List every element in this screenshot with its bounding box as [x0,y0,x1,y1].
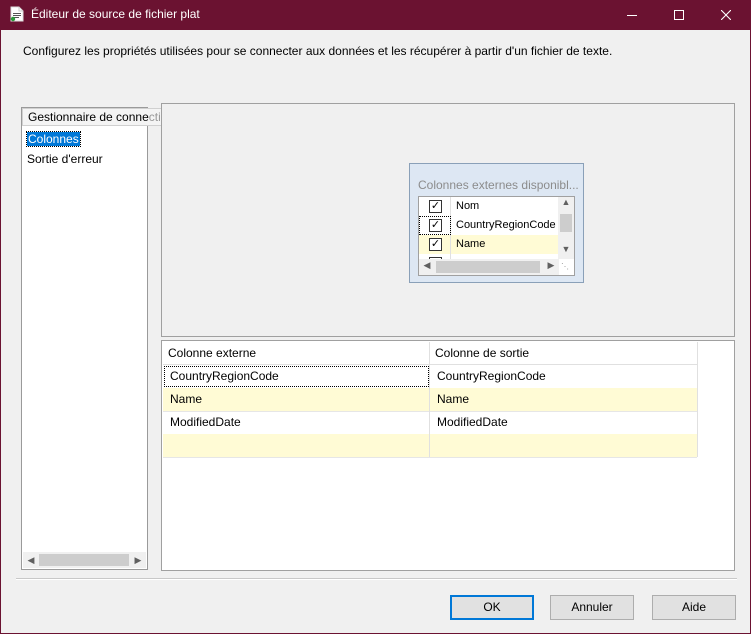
list-item[interactable]: ✓ Name [419,235,559,254]
grid-header: Colonne externe Colonne de sortie [163,342,698,365]
dialog-window: Éditeur de source de fichier plat Config… [1,0,750,633]
checkbox-cell: ✓ [419,235,451,254]
scroll-right-icon[interactable]: ▶ [130,553,146,567]
nav-horizontal-scrollbar[interactable]: ◀ ▶ [23,552,146,568]
external-column-cell[interactable]: Name [163,388,430,411]
column-label: Nom [456,200,480,212]
list-vertical-scrollbar[interactable]: ▲ ▼ [558,197,574,259]
dialog-description: Configurez les propriétés utilisées pour… [23,44,613,58]
column-label: CountryRegionCode [456,219,556,231]
available-columns-title: Colonnes externes disponibl... [418,178,579,192]
checkbox[interactable]: ✓ [429,219,442,232]
close-icon [721,10,731,20]
scrollbar-thumb[interactable] [39,554,129,566]
table-row[interactable]: CountryRegionCode CountryRegionCode [163,365,698,389]
scroll-right-icon[interactable]: ▶ [543,260,559,274]
minimize-icon [627,15,637,16]
available-columns-panel[interactable]: Colonnes externes disponibl... ✓ Nom ✓ C… [409,163,584,283]
separator [16,578,737,580]
scroll-left-icon[interactable]: ◀ [23,553,39,567]
list-horizontal-scrollbar[interactable]: ◀ ▶ [419,259,559,275]
scrollbar-thumb[interactable] [436,261,540,273]
checkbox-cell: ✓ [419,216,451,235]
checkbox[interactable]: ✓ [429,200,442,213]
header-output-column[interactable]: Colonne de sortie [430,342,698,364]
nav-item-colonnes[interactable]: Colonnes [26,131,81,147]
close-button[interactable] [703,0,749,30]
external-column-cell[interactable]: ModifiedDate [163,411,430,434]
checkbox-cell: ✓ [419,197,451,216]
tooltip-text: Gestionnaire de conne [28,110,149,124]
cancel-button[interactable]: Annuler [550,595,634,620]
document-icon [10,6,24,22]
scroll-down-icon[interactable]: ▼ [558,244,574,258]
window-title: Éditeur de source de fichier plat [31,7,200,21]
resize-grip-icon[interactable]: ⋱ [561,262,573,274]
checkbox[interactable]: ✓ [429,238,442,251]
help-button[interactable]: Aide [652,595,736,620]
table-row[interactable] [163,434,698,458]
output-column-cell[interactable]: CountryRegionCode [430,365,698,388]
scroll-left-icon[interactable]: ◀ [419,260,435,274]
scrollbar-thumb[interactable] [560,214,572,232]
available-columns-list[interactable]: ✓ Nom ✓ CountryRegionCode ✓ Name ▲ ▼ ◀ ▶… [418,196,575,276]
external-column-cell[interactable]: CountryRegionCode [163,365,430,388]
scroll-up-icon[interactable]: ▲ [558,197,574,211]
ok-button[interactable]: OK [450,595,534,620]
minimize-button[interactable] [609,0,655,30]
title-bar: Éditeur de source de fichier plat [1,0,750,30]
table-row[interactable]: ModifiedDate ModifiedDate [163,411,698,435]
output-column-cell[interactable]: ModifiedDate [430,411,698,434]
maximize-icon [674,10,684,20]
output-column-cell[interactable] [430,434,698,457]
column-label: Name [456,238,486,250]
navigation-pane: Colonnes Sortie d'erreur ◀ ▶ [21,107,148,570]
list-item[interactable]: ✓ CountryRegionCode [419,216,559,235]
header-external-column[interactable]: Colonne externe [163,342,430,364]
output-column-cell[interactable]: Name [430,388,698,411]
list-item[interactable]: ✓ Nom [419,197,559,216]
nav-item-tooltip[interactable]: Gestionnaire de connections [22,108,175,126]
nav-item-sortie-erreur[interactable]: Sortie d'erreur [27,152,103,166]
maximize-button[interactable] [656,0,702,30]
external-column-cell[interactable] [163,434,430,457]
table-row[interactable]: Name Name [163,388,698,412]
column-mapping-grid[interactable]: Colonne externe Colonne de sortie Countr… [161,340,735,571]
